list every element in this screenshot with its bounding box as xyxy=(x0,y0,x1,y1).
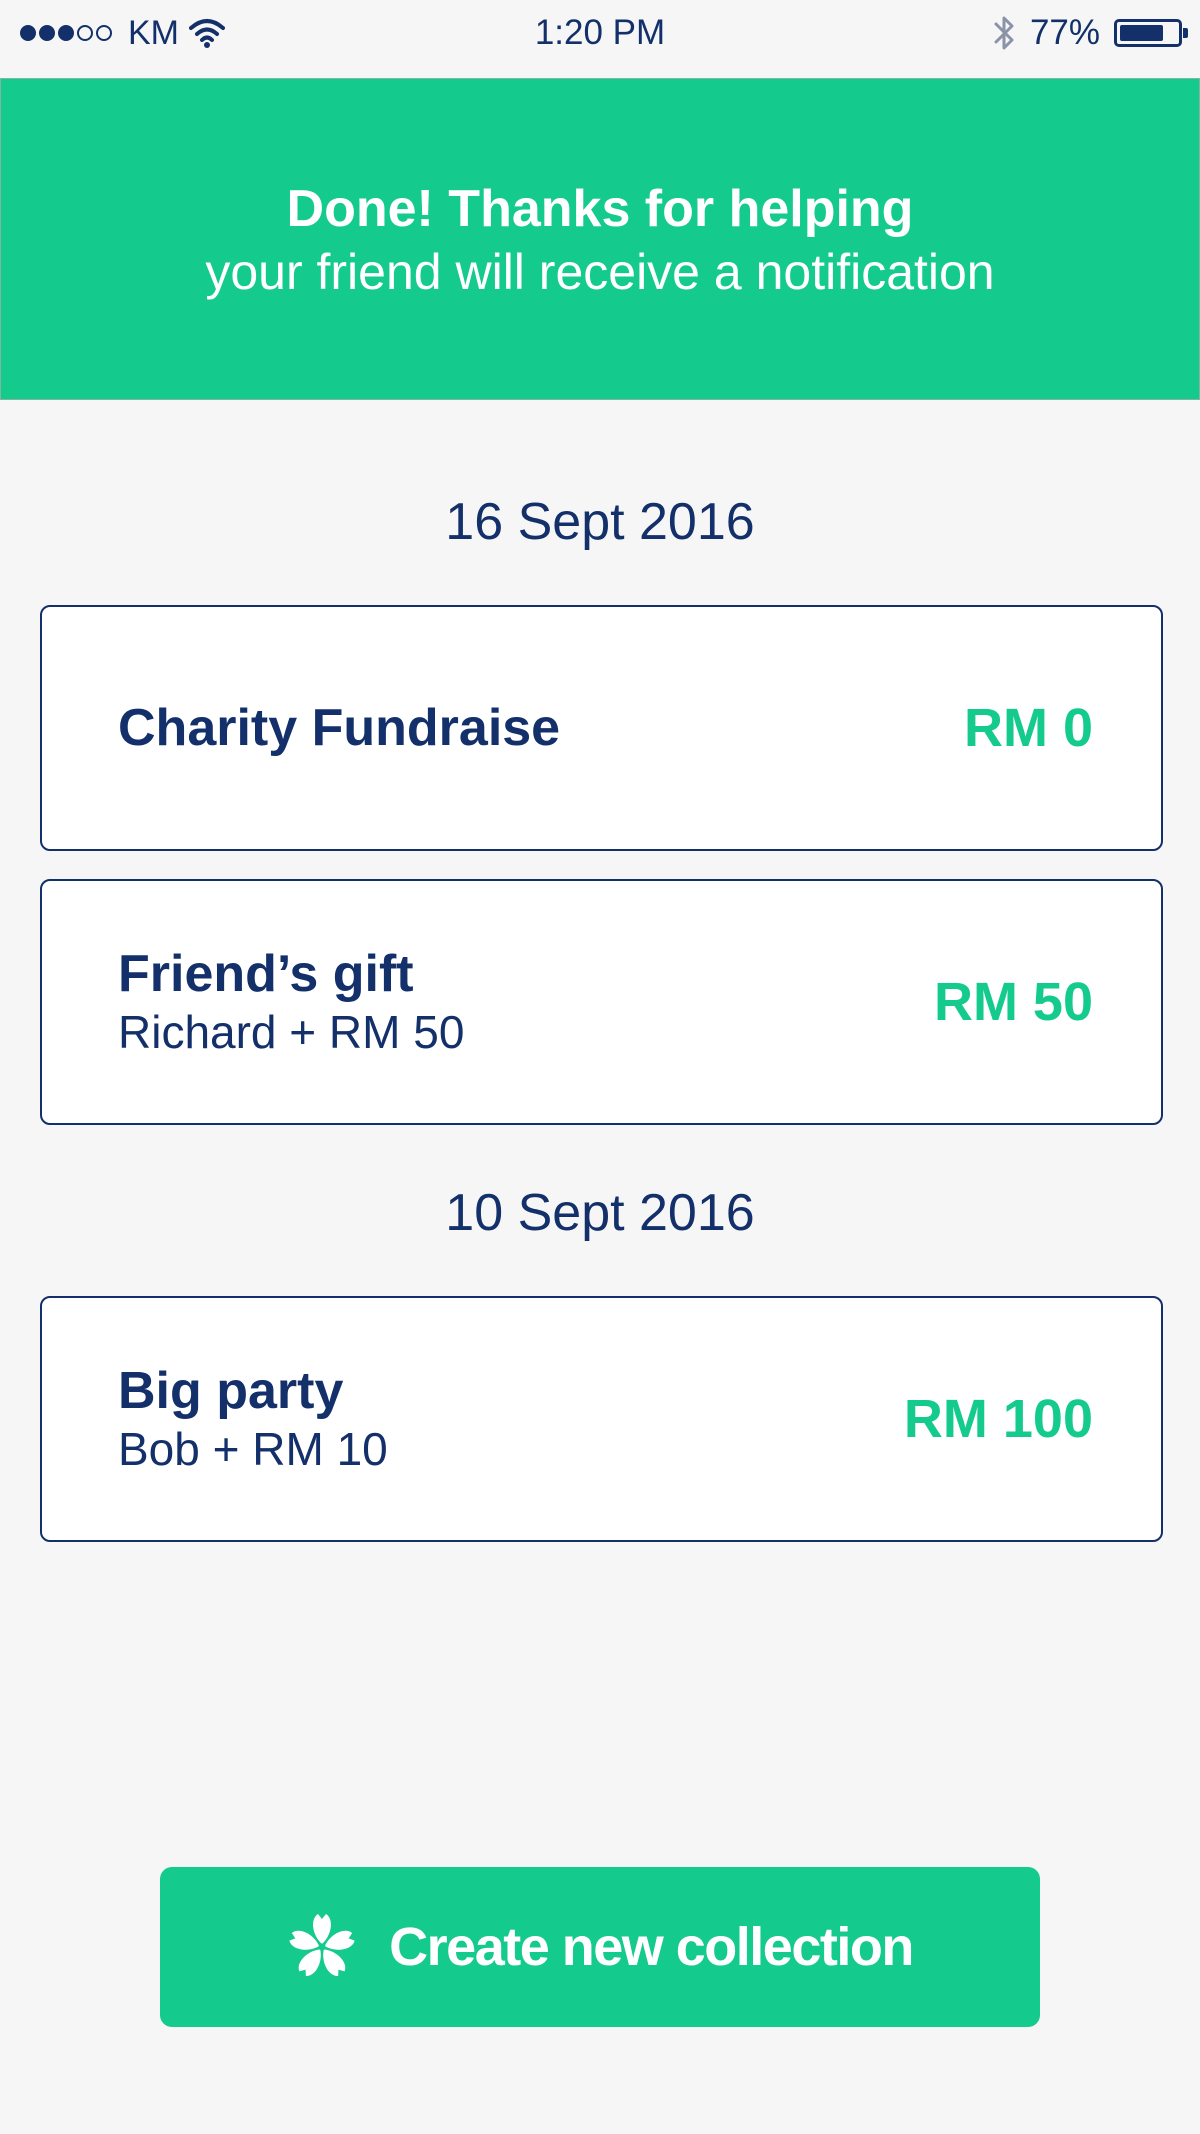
card-text: Charity Fundraise xyxy=(118,607,560,849)
card-text: Big party Bob + RM 10 xyxy=(118,1298,388,1540)
card-text: Friend’s gift Richard + RM 50 xyxy=(118,881,464,1123)
create-button-label: Create new collection xyxy=(389,1917,914,1977)
flower-icon xyxy=(289,1914,355,1977)
collection-card-friends-gift[interactable]: Friend’s gift Richard + RM 50 RM 50 xyxy=(40,879,1163,1125)
collection-subtitle: Bob + RM 10 xyxy=(118,1423,388,1475)
collection-title: Friend’s gift xyxy=(118,945,414,1003)
collection-amount: RM 50 xyxy=(933,972,1093,1032)
collection-amount: RM 100 xyxy=(903,1389,1093,1449)
status-bar: KM 1:20 PM 77% xyxy=(0,0,1200,78)
collection-title: Big party xyxy=(118,1362,344,1420)
date-header: 16 Sept 2016 xyxy=(445,493,755,551)
banner-title: Done! Thanks for helping xyxy=(286,180,914,238)
battery-tip xyxy=(1183,28,1188,38)
collection-amount: RM 0 xyxy=(963,698,1093,758)
banner-subtitle: your friend will receive a notification xyxy=(205,244,995,300)
success-banner: Done! Thanks for helping your friend wil… xyxy=(0,78,1200,400)
bluetooth-icon xyxy=(994,16,1014,50)
collection-subtitle: Richard + RM 50 xyxy=(118,1006,465,1058)
date-header: 10 Sept 2016 xyxy=(445,1184,755,1242)
collection-card-big-party[interactable]: Big party Bob + RM 10 RM 100 xyxy=(40,1296,1163,1542)
collection-card-charity-fundraise[interactable]: Charity Fundraise RM 0 xyxy=(40,605,1163,851)
battery-percentage: 77% xyxy=(1029,13,1100,52)
create-new-collection-button[interactable]: Create new collection xyxy=(160,1867,1040,2027)
status-bar-right: 77% xyxy=(992,0,1188,66)
collection-title: Charity Fundraise xyxy=(118,699,561,757)
battery-icon xyxy=(1114,19,1188,47)
battery-level-fill xyxy=(1120,25,1164,41)
